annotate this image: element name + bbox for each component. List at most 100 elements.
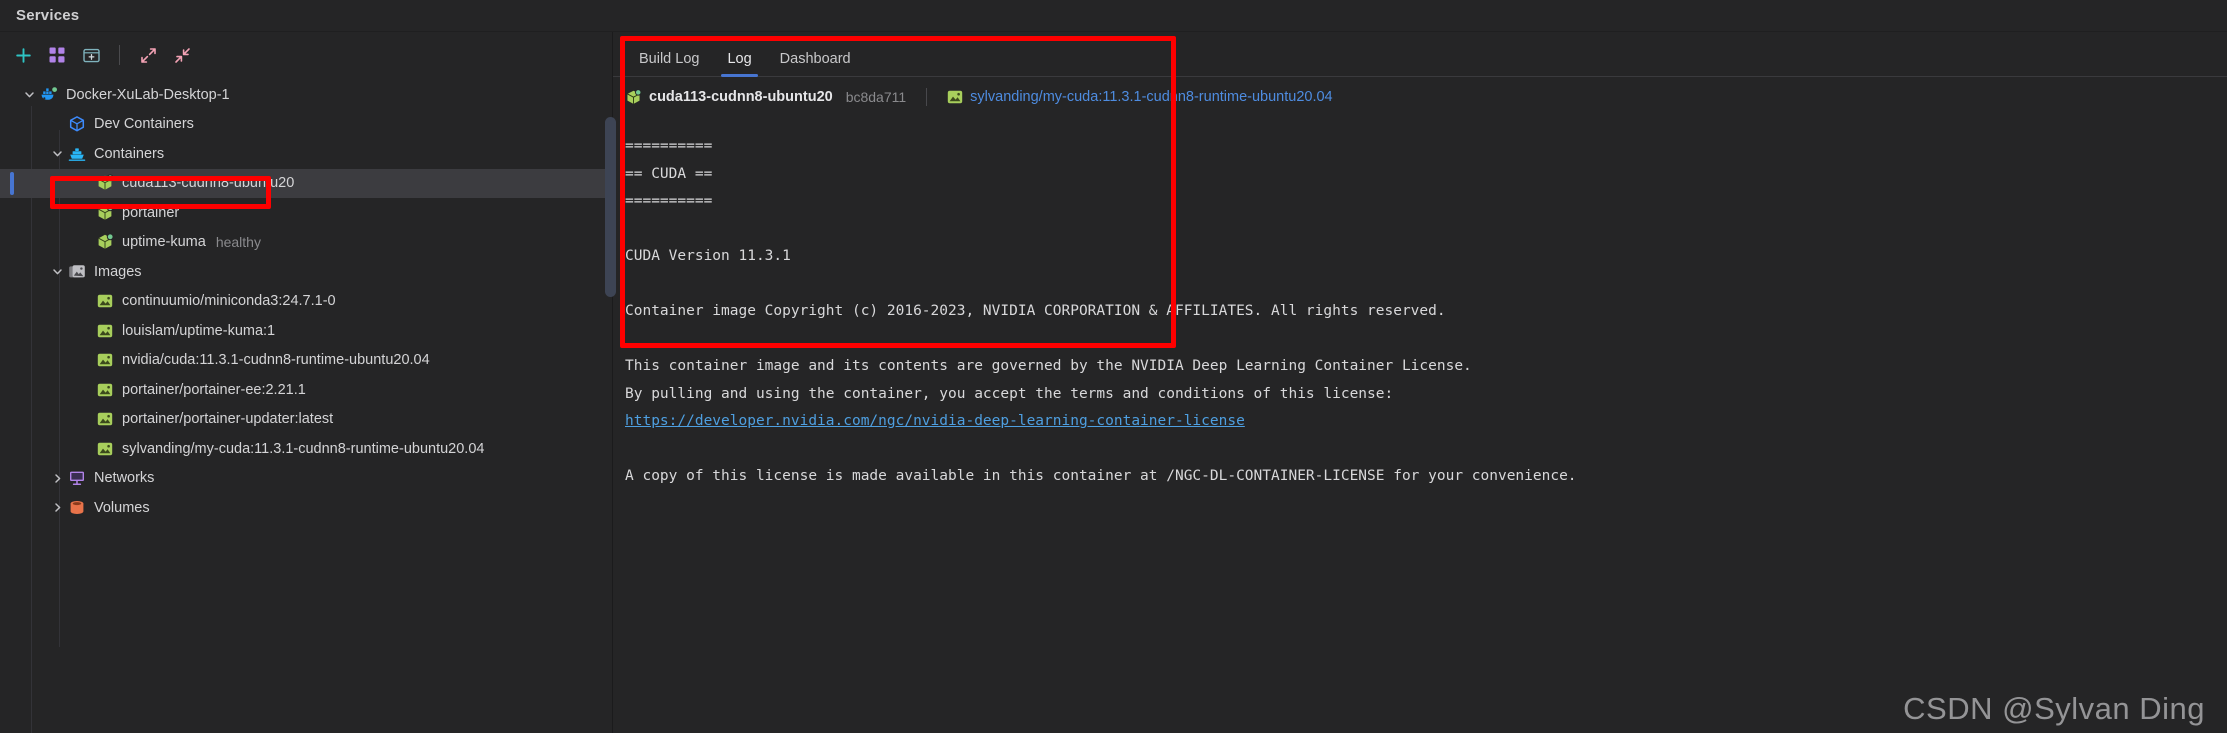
tree-item-images[interactable]: Images [0,257,612,287]
container-icon [98,204,114,220]
docker-whale-icon [41,85,58,100]
collapse-all-button[interactable] [167,40,197,70]
chevron-down-icon [52,269,62,275]
image-icon [94,293,116,309]
log-line: Container image Copyright (c) 2016-2023,… [625,303,1446,319]
group-by-button[interactable] [42,40,72,70]
tree-item-label: Images [94,263,142,280]
tree-item-networks[interactable]: Networks [0,464,612,494]
image-icon [97,354,113,367]
image-icon [94,323,116,339]
images-icon [66,263,88,281]
tree-item-portainer[interactable]: portainer [0,198,612,228]
volume-icon [70,500,84,514]
twisty-toggle[interactable] [48,265,66,278]
tree-item-label: portainer [122,204,180,221]
twisty-toggle[interactable] [48,501,66,514]
tab-log[interactable]: Log [713,51,765,77]
services-tree[interactable]: Docker-XuLab-Desktop-1 Dev Containers Cont… [0,78,612,733]
chevron-down-icon [52,151,62,157]
expand-all-icon [140,47,156,63]
image-icon [94,441,116,457]
chevron-right-icon [54,503,60,512]
tree-item-continuumio-miniconda3-24-7-1-0[interactable]: continuumio/miniconda3:24.7.1-0 [0,287,612,317]
ship-icon [68,148,86,161]
new-window-icon [82,48,100,62]
container-icon [94,233,116,251]
tree-item-label: uptime-kuma [122,234,206,251]
ship-icon [66,145,88,163]
log-line: == CUDA == [625,165,713,182]
tree-item-uptime-kuma[interactable]: uptime-kuma healthy [0,228,612,258]
services-sidebar: Docker-XuLab-Desktop-1 Dev Containers Cont… [0,32,613,733]
tree-item-dev-containers[interactable]: Dev Containers [0,110,612,140]
log-line: A copy of this license is made available… [625,468,1577,484]
main-panel: Build Log Log Dashboard cuda113-cudnn8-ubu… [605,32,2227,733]
tree-item-label: nvidia/cuda:11.3.1-cudnn8-runtime-ubuntu… [122,352,430,369]
breadcrumb: cuda113-cudnn8-ubuntu20 bc8da711 sylvand… [613,77,2227,117]
twisty-toggle[interactable] [20,88,38,101]
breadcrumb-divider [926,88,928,106]
container-icon [627,88,642,104]
tree-item-status: healthy [215,234,261,251]
collapse-all-icon [174,47,190,63]
twisty-toggle[interactable] [48,147,66,160]
grid-view-icon [49,47,65,63]
create-new-button[interactable] [76,40,106,70]
log-link[interactable]: https://developer.nvidia.com/ngc/nvidia-… [625,408,1245,436]
image-icon [97,442,113,455]
tree-item-label: cuda113-cudnn8-ubuntu20 [122,175,295,192]
tree-item-cuda113-cudnn8-ubuntu20[interactable]: cuda113-cudnn8-ubuntu20 [0,168,612,198]
tree-item-label: continuumio/miniconda3:24.7.1-0 [122,293,336,310]
breadcrumb-container[interactable]: cuda113-cudnn8-ubuntu20 bc8da711 [625,88,907,106]
image-icon [94,352,116,368]
add-button[interactable] [8,40,38,70]
tree-item-portainer-portainer-ee-2-21-1[interactable]: portainer/portainer-ee:2.21.1 [0,375,612,405]
cube-icon [66,115,88,133]
tree-item-containers[interactable]: Containers [0,139,612,169]
images-icon [69,264,85,278]
network-icon [70,471,84,486]
tab-dashboard[interactable]: Dashboard [766,51,865,76]
tree-item-louislam-uptime-kuma-1[interactable]: louislam/uptime-kuma:1 [0,316,612,346]
tree-item-nvidia-cuda-11-3-1-cudnn8-runtime-ubuntu20-04[interactable]: nvidia/cuda:11.3.1-cudnn8-runtime-ubuntu… [0,346,612,376]
breadcrumb-container-hash: bc8da711 [845,89,907,105]
breadcrumb-image-link[interactable]: sylvanding/my-cuda:11.3.1-cudnn8-runtime… [970,89,1332,105]
chevron-right-icon [54,474,60,483]
tree-item-label: Containers [94,145,165,162]
volume-icon [66,499,88,517]
breadcrumb-container-name: cuda113-cudnn8-ubuntu20 [649,89,833,105]
body-split: Docker-XuLab-Desktop-1 Dev Containers Cont… [0,32,2227,733]
container-icon [98,233,114,250]
log-output[interactable]: ========== == CUDA == ========== CUDA Versi… [613,117,2227,733]
tree-item-label: portainer/portainer-updater:latest [122,411,334,428]
tree-item-label: Dev Containers [94,116,194,133]
image-icon [94,382,116,398]
toolbar-divider [119,45,120,65]
services-view: Services Docker-XuLab-Desktop-1 Dev Cont… [0,0,2227,733]
docker-whale-icon [38,85,60,104]
panel-tabs[interactable]: Build Log Log Dashboard [613,32,2227,77]
tree-item-label: louislam/uptime-kuma:1 [122,322,276,339]
breadcrumb-image[interactable]: sylvanding/my-cuda:11.3.1-cudnn8-runtime… [947,89,1333,105]
tree-item-portainer-portainer-updater-latest[interactable]: portainer/portainer-updater:latest [0,405,612,435]
expand-all-button[interactable] [133,40,163,70]
chevron-down-icon [24,92,34,98]
cube-icon [69,116,85,132]
image-icon [97,413,113,426]
sidebar-toolbar [0,32,612,78]
log-line: This container image and its contents ar… [625,358,1472,374]
image-icon [97,383,113,396]
tab-build-log[interactable]: Build Log [625,51,713,76]
log-scrollbar-thumb[interactable] [605,117,616,297]
twisty-toggle[interactable] [48,472,66,485]
tree-item-label: Docker-XuLab-Desktop-1 [66,86,230,103]
tree-item-sylvanding-my-cuda-11-3-1-cudnn8-runtime-ubuntu20-04[interactable]: sylvanding/my-cuda:11.3.1-cudnn8-runtime… [0,434,612,464]
image-icon [97,324,113,337]
log-line: By pulling and using the container, you … [625,385,1394,402]
tree-item-docker-xulab-desktop-1[interactable]: Docker-XuLab-Desktop-1 [0,80,612,110]
tree-item-volumes[interactable]: Volumes [0,493,612,523]
